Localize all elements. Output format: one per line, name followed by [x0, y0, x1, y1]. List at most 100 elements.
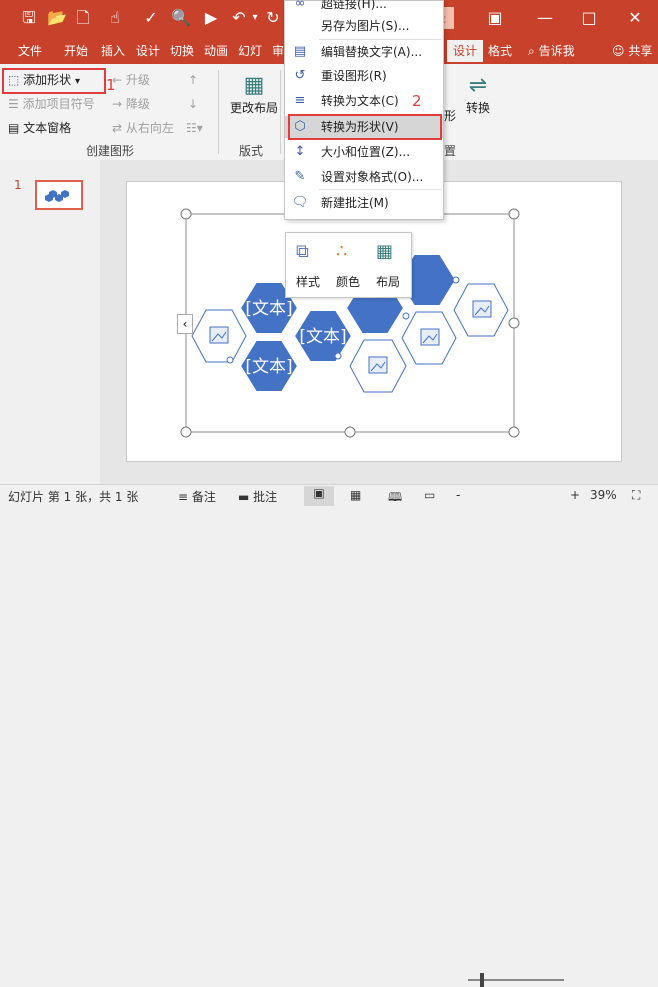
- menu-item-format-object[interactable]: ✎ 设置对象格式(O)...: [285, 166, 443, 188]
- highlight-box-convert-to-shapes: [288, 114, 442, 140]
- demote-arrow-icon: →: [112, 97, 123, 111]
- shape-letter: 形: [444, 109, 457, 123]
- picture-placeholder-icon[interactable]: [209, 326, 229, 344]
- convert-label: 转换: [465, 101, 490, 115]
- move-up-icon[interactable]: ↑: [188, 72, 198, 88]
- comments-button[interactable]: ▬ 批注: [238, 488, 277, 505]
- picture-placeholder-icon[interactable]: [472, 300, 492, 318]
- text-pane-button[interactable]: ▤ 文本窗格: [8, 120, 71, 136]
- touch-icon[interactable]: ☝: [104, 8, 126, 28]
- restore-ribbon-icon[interactable]: ▣: [480, 6, 510, 30]
- smartart-text[interactable]: [文本]: [299, 327, 346, 347]
- promote-button[interactable]: ← 升级: [112, 72, 150, 88]
- resize-handle[interactable]: [508, 317, 520, 329]
- menu-item-size-position[interactable]: ↕ 大小和位置(Z)...: [285, 141, 443, 163]
- maximize-icon[interactable]: □: [574, 6, 604, 30]
- zoom-in-button[interactable]: +: [570, 488, 580, 502]
- tab-smartart-design[interactable]: 设计: [447, 40, 484, 62]
- divider: [280, 70, 281, 154]
- mini-layout-button[interactable]: 布局: [376, 273, 400, 290]
- status-bar: 幻灯片 第 1 张，共 1 张 ≡ 备注 ▬ 批注 ▣ ▦ 🕮 ▭ - + 39…: [0, 484, 658, 987]
- slide-sorter-icon[interactable]: ▦: [350, 488, 361, 502]
- resize-handle[interactable]: [508, 426, 520, 438]
- zoom-percent[interactable]: 39%: [590, 488, 617, 502]
- normal-view-icon[interactable]: ▣: [304, 486, 334, 506]
- layout-tree-icon[interactable]: ☷▾: [186, 120, 203, 136]
- slide-thumbnail[interactable]: [35, 180, 83, 210]
- tell-me-search[interactable]: ⌕ 告诉我: [528, 42, 575, 60]
- resize-handle[interactable]: [180, 208, 192, 220]
- search-icon: ⌕: [528, 44, 535, 58]
- convert-button[interactable]: ⇌ 转换: [460, 72, 496, 116]
- resize-handle[interactable]: [344, 426, 356, 438]
- demote-button[interactable]: → 降级: [112, 96, 150, 112]
- menu-item-hyperlink[interactable]: ∞ 超链接(H)...: [285, 0, 443, 15]
- right-to-left-label: 从右向左: [125, 121, 174, 135]
- mini-style-button[interactable]: 样式: [296, 273, 320, 290]
- menu-item-label: 超链接(H)...: [321, 0, 387, 11]
- promote-arrow-icon: ←: [112, 73, 123, 87]
- preview-icon[interactable]: 🔍: [170, 8, 192, 28]
- color-icon[interactable]: ∴: [336, 241, 347, 262]
- callout-number-2: 2: [412, 92, 422, 110]
- promote-label: 升级: [125, 73, 150, 87]
- menu-item-edit-alt-text[interactable]: ▤ 编辑替换文字(A)...: [285, 41, 443, 63]
- menu-item-save-as-picture[interactable]: 另存为图片(S)...: [285, 15, 443, 37]
- tab-animations[interactable]: 动画: [204, 42, 228, 60]
- layout-icon: ▦: [243, 73, 265, 98]
- redo-icon[interactable]: ↻: [262, 8, 284, 28]
- layout-icon[interactable]: ▦: [376, 241, 393, 262]
- tab-home[interactable]: 开始: [64, 42, 88, 60]
- tab-review[interactable]: 审: [272, 42, 284, 60]
- text-pane-label: 文本窗格: [23, 121, 72, 135]
- smartart-text[interactable]: [文本]: [245, 299, 292, 319]
- mini-color-button[interactable]: 颜色: [336, 273, 360, 290]
- menu-item-label: 新建批注(M): [321, 196, 389, 210]
- open-icon[interactable]: 📂: [46, 8, 68, 28]
- menu-item-label: 另存为图片(S)...: [321, 19, 410, 33]
- picture-placeholder-icon[interactable]: [420, 328, 440, 346]
- tab-transitions[interactable]: 切换: [170, 42, 194, 60]
- add-bullet-button[interactable]: ☰ 添加项目符号: [8, 96, 95, 112]
- tab-slideshow[interactable]: 幻灯: [238, 42, 262, 60]
- text-pane-expand-icon[interactable]: ‹: [177, 314, 193, 334]
- share-label: 共享: [628, 44, 653, 58]
- thumbnail-graphic-icon: [45, 190, 69, 202]
- comments-label: 批注: [253, 490, 278, 504]
- spelling-icon[interactable]: ✓: [140, 8, 162, 28]
- zoom-out-button[interactable]: -: [456, 488, 460, 502]
- tab-file[interactable]: 文件: [18, 42, 42, 60]
- context-menu: ∞ 超链接(H)... 另存为图片(S)... ▤ 编辑替换文字(A)... ↺…: [284, 0, 444, 220]
- change-layout-button[interactable]: ▦ 更改布局: [230, 72, 278, 116]
- reading-view-icon[interactable]: 🕮: [388, 488, 402, 509]
- tab-smartart-format[interactable]: 格式: [488, 42, 512, 60]
- move-down-icon[interactable]: ↓: [188, 96, 198, 112]
- text-pane-icon: ▤: [8, 121, 20, 135]
- resize-handle[interactable]: [508, 208, 520, 220]
- resize-handle[interactable]: [180, 426, 192, 438]
- close-icon[interactable]: ✕: [620, 6, 650, 30]
- tab-insert[interactable]: 插入: [101, 42, 125, 60]
- slideshow-icon[interactable]: ▶: [200, 8, 222, 28]
- zoom-slider-thumb[interactable]: [480, 973, 484, 987]
- style-icon[interactable]: ⧉: [296, 241, 309, 262]
- minimize-icon[interactable]: —: [530, 6, 560, 30]
- smartart-text[interactable]: [文本]: [245, 357, 292, 377]
- reset-graphic-icon: ↺: [294, 68, 306, 83]
- slides-pane: 1: [0, 160, 100, 484]
- save-icon[interactable]: 🖫: [18, 8, 40, 28]
- picture-placeholder-icon[interactable]: [368, 356, 388, 374]
- person-icon: ☺: [612, 44, 625, 58]
- new-icon[interactable]: 🗋: [72, 8, 94, 28]
- notes-button[interactable]: ≡ 备注: [178, 488, 216, 505]
- tab-design[interactable]: 设计: [136, 42, 160, 60]
- right-to-left-icon: ⇄: [112, 121, 123, 135]
- menu-item-new-comment[interactable]: 🗨 新建批注(M): [285, 192, 443, 214]
- right-to-left-button[interactable]: ⇄ 从右向左: [112, 120, 174, 136]
- fit-to-window-icon[interactable]: ⛶: [632, 488, 640, 503]
- slideshow-view-icon[interactable]: ▭: [424, 488, 435, 502]
- size-position-icon: ↕: [294, 144, 306, 159]
- share-button[interactable]: ☺ 共享: [612, 42, 652, 60]
- menu-item-reset-graphic[interactable]: ↺ 重设图形(R): [285, 65, 443, 87]
- tell-me-label: 告诉我: [538, 44, 575, 58]
